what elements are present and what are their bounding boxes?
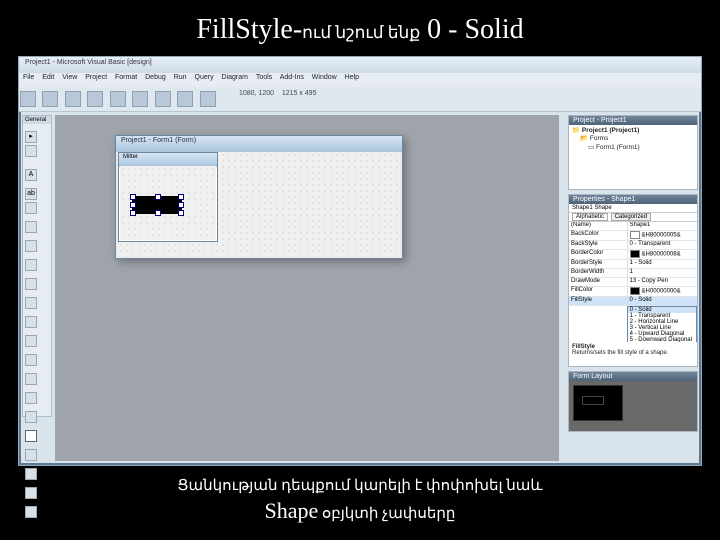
menu-debug[interactable]: Debug bbox=[145, 74, 166, 81]
tb-stop-icon[interactable] bbox=[200, 91, 216, 107]
tb-new-icon[interactable] bbox=[20, 91, 36, 107]
resize-handle[interactable] bbox=[178, 202, 184, 208]
project-explorer-title: Project - Project1 bbox=[569, 116, 697, 125]
tool-hscroll-icon[interactable] bbox=[25, 316, 37, 328]
tool-dir-icon[interactable] bbox=[25, 392, 37, 404]
toolbox: General ▸ A ab bbox=[22, 115, 52, 417]
tool-label-icon[interactable]: A bbox=[25, 169, 37, 181]
resize-handle[interactable] bbox=[155, 194, 161, 200]
form1-title: Mitter bbox=[119, 153, 217, 167]
form-layout-title: Form Layout bbox=[569, 372, 697, 381]
vb-ide-window: Project1 - Microsoft Visual Basic [desig… bbox=[18, 56, 702, 466]
prop-row-backcolor[interactable]: BackColor&H80000005& bbox=[569, 231, 697, 241]
prop-row-fillcolor[interactable]: FillColor&H00000000& bbox=[569, 287, 697, 297]
prop-row-borderwidth[interactable]: BorderWidth1 bbox=[569, 269, 697, 278]
tool-list-icon[interactable] bbox=[25, 297, 37, 309]
menu-help[interactable]: Help bbox=[345, 74, 359, 81]
project-forms-folder[interactable]: 📂 Forms bbox=[580, 135, 694, 143]
menu-run[interactable]: Run bbox=[174, 74, 187, 81]
tb-run-icon[interactable] bbox=[155, 91, 171, 107]
menu-query[interactable]: Query bbox=[195, 74, 214, 81]
properties-description: FillStyleReturns/sets the fill style of … bbox=[569, 342, 697, 366]
tool-checkbox-icon[interactable] bbox=[25, 240, 37, 252]
menu-view[interactable]: View bbox=[62, 74, 77, 81]
form1[interactable]: Mitter bbox=[118, 152, 218, 242]
tb-cut-icon[interactable] bbox=[87, 91, 103, 107]
tb-paste-icon[interactable] bbox=[132, 91, 148, 107]
slide-footer: Ցանկության դեպքում կարելի է փոփոխել նաև … bbox=[0, 466, 720, 532]
properties-object-combo[interactable]: Shape1 Shape bbox=[569, 204, 697, 213]
tool-drive-icon[interactable] bbox=[25, 373, 37, 385]
tool-pointer-icon[interactable]: ▸ bbox=[25, 131, 37, 143]
form-layout-window: Form Layout bbox=[568, 371, 698, 432]
tool-option-icon[interactable] bbox=[25, 259, 37, 271]
toolbar-coords: 1080, 1200 1215 x 495 bbox=[239, 90, 316, 97]
tool-file-icon[interactable] bbox=[25, 411, 37, 423]
form-layout-thumb[interactable] bbox=[573, 385, 623, 421]
form1-body[interactable] bbox=[120, 166, 216, 240]
tool-combo-icon[interactable] bbox=[25, 278, 37, 290]
tool-picture-icon[interactable] bbox=[25, 145, 37, 157]
tool-button-icon[interactable] bbox=[25, 221, 37, 233]
prop-row-backstyle[interactable]: BackStyle0 - Transparent bbox=[569, 241, 697, 250]
tool-line-icon[interactable] bbox=[25, 449, 37, 461]
menu-window[interactable]: Window bbox=[312, 74, 337, 81]
layout-form-icon bbox=[582, 396, 604, 405]
tool-frame-icon[interactable] bbox=[25, 202, 37, 214]
tool-vscroll-icon[interactable] bbox=[25, 335, 37, 347]
form-grid: Mitter bbox=[118, 152, 400, 256]
project-root[interactable]: 📁 Project1 (Project1) bbox=[572, 127, 694, 135]
fillstyle-option[interactable]: 5 - Downward Diagonal bbox=[628, 337, 696, 342]
menu-tools[interactable]: Tools bbox=[256, 74, 272, 81]
tool-image-icon[interactable] bbox=[25, 468, 37, 480]
menu-addins[interactable]: Add-Ins bbox=[280, 74, 304, 81]
toolbox-title: General bbox=[23, 116, 51, 124]
project-form1-item[interactable]: ▭ Form1 (Form1) bbox=[588, 144, 694, 152]
fillstyle-dropdown[interactable]: 0 - Solid1 - Transparent2 - Horizontal L… bbox=[627, 306, 697, 342]
resize-handle[interactable] bbox=[130, 210, 136, 216]
tool-textbox-icon[interactable]: ab bbox=[25, 188, 37, 200]
properties-title: Properties - Shape1 bbox=[569, 195, 697, 204]
menu-file[interactable]: File bbox=[23, 74, 34, 81]
slide-title: FillStyle-ում նշում ենք 0 - Solid bbox=[0, 0, 720, 56]
tb-open-icon[interactable] bbox=[42, 91, 58, 107]
prop-row-name[interactable]: (Name)Shape1 bbox=[569, 222, 697, 231]
tool-ole-icon[interactable] bbox=[25, 506, 37, 518]
resize-handle[interactable] bbox=[130, 202, 136, 208]
toolbar bbox=[19, 87, 701, 112]
resize-handle[interactable] bbox=[130, 194, 136, 200]
menu-format[interactable]: Format bbox=[115, 74, 137, 81]
resize-handle[interactable] bbox=[178, 194, 184, 200]
menu-project[interactable]: Project bbox=[85, 74, 107, 81]
tb-break-icon[interactable] bbox=[177, 91, 193, 107]
tab-alphabetic[interactable]: Alphabetic bbox=[572, 213, 608, 221]
menu-diagram[interactable]: Diagram bbox=[222, 74, 248, 81]
properties-grid[interactable]: (Name)Shape1BackColor&H80000005&BackStyl… bbox=[569, 222, 697, 342]
prop-row-bordercolor[interactable]: BorderColor&H80000008& bbox=[569, 250, 697, 260]
mdi-area: Project1 - Form1 (Form) Mitter bbox=[55, 115, 559, 461]
tool-shape-icon[interactable] bbox=[25, 430, 37, 442]
tab-categorized[interactable]: Categorized bbox=[611, 213, 651, 221]
shape1[interactable] bbox=[132, 196, 182, 214]
tool-timer-icon[interactable] bbox=[25, 354, 37, 366]
tb-copy-icon[interactable] bbox=[110, 91, 126, 107]
resize-handle[interactable] bbox=[155, 210, 161, 216]
tool-data-icon[interactable] bbox=[25, 487, 37, 499]
menu-edit[interactable]: Edit bbox=[42, 74, 54, 81]
properties-window: Properties - Shape1 Shape1 Shape Alphabe… bbox=[568, 194, 698, 367]
form-designer-title: Project1 - Form1 (Form) bbox=[116, 136, 402, 152]
project-explorer: Project - Project1 📁 Project1 (Project1)… bbox=[568, 115, 698, 190]
prop-row-fillstyle[interactable]: FillStyle0 - Solid bbox=[569, 297, 697, 306]
resize-handle[interactable] bbox=[178, 210, 184, 216]
form-designer-window[interactable]: Project1 - Form1 (Form) Mitter bbox=[115, 135, 403, 259]
prop-row-borderstyle[interactable]: BorderStyle1 - Solid bbox=[569, 260, 697, 269]
prop-row-drawmode[interactable]: DrawMode13 - Copy Pen bbox=[569, 278, 697, 287]
tb-save-icon[interactable] bbox=[65, 91, 81, 107]
